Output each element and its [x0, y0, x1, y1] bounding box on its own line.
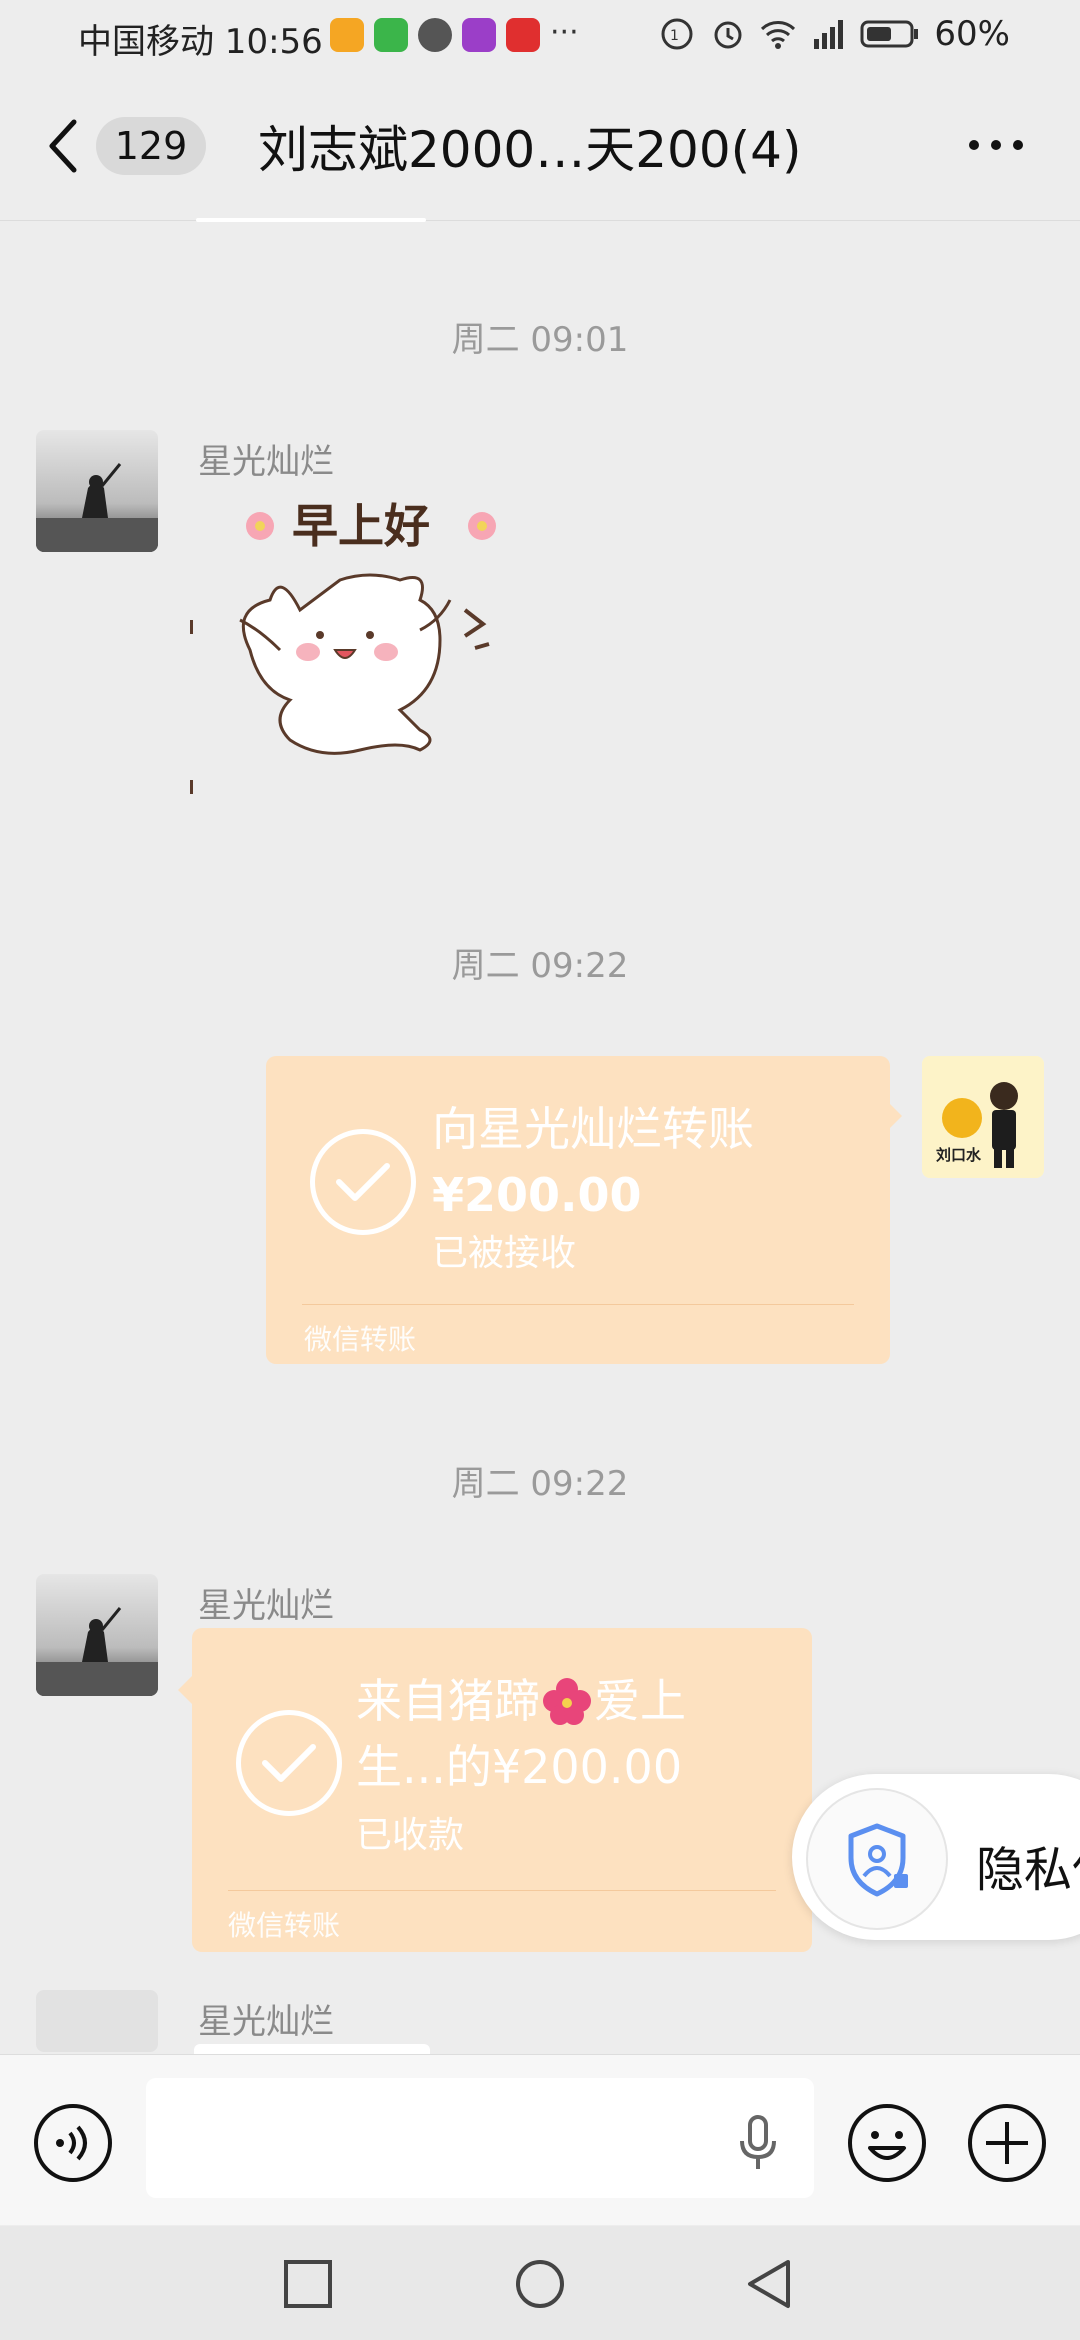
transfer-out-bubble[interactable]: 向星光灿烂转账 ¥200.00 已被接收 微信转账 [266, 1056, 890, 1364]
status-bar: 中国移动 10:56 ··· 1 60% [0, 0, 1080, 72]
more-icon[interactable] [966, 132, 1026, 158]
privacy-label: 隐私保 [976, 1842, 1080, 1898]
timestamp: 周二 09:01 [451, 320, 629, 360]
alarm-icon [714, 21, 742, 49]
timestamp: 周二 09:22 [451, 946, 629, 986]
partial-bubble [194, 2044, 430, 2054]
shield-user-icon [806, 1788, 948, 1930]
check-circle-icon [236, 1710, 342, 1816]
transfer-title-line2: 生...的¥200.00 [356, 1740, 683, 1794]
wifi-icon [761, 21, 796, 49]
avatar[interactable] [36, 430, 158, 552]
unread-count-badge[interactable]: 129 [96, 117, 206, 175]
self-avatar-text: 刘口水 [936, 1146, 982, 1164]
transfer-in-bubble[interactable]: 来自猪蹄 爱上 生...的¥200.00 已收款 微信转账 [192, 1628, 812, 1952]
transfer-title-end: 爱上 [594, 1674, 686, 1728]
mic-icon[interactable] [738, 2115, 778, 2171]
sender-name: 星光灿烂 [198, 1586, 334, 1626]
bubble-tail [178, 1676, 192, 1704]
transfer-divider [302, 1304, 854, 1305]
sender-name: 星光灿烂 [198, 442, 334, 482]
avatar-image [36, 1574, 158, 1696]
transfer-footer: 微信转账 [228, 1909, 341, 1942]
transfer-title-line1: 来自猪蹄 爱上 [356, 1668, 686, 1734]
avatar[interactable] [36, 1990, 158, 2052]
video-app-icon [374, 18, 408, 52]
shop-icon [506, 18, 540, 52]
status-right: 1 60% [660, 14, 1010, 54]
nav-back-icon[interactable] [744, 2258, 796, 2310]
transfer-title-start: 来自猪蹄 [356, 1674, 540, 1728]
weibo-icon [330, 18, 364, 52]
transfer-amount: ¥200.00 [432, 1168, 642, 1222]
scroll-indicator [196, 218, 426, 222]
hibiscus-emoji-icon [543, 1678, 591, 1725]
bubble-tail [888, 1102, 902, 1130]
self-avatar-image: 刘口水 [922, 1056, 1044, 1178]
sticker-text: 早上好 [292, 499, 430, 553]
transfer-footer: 微信转账 [304, 1323, 417, 1356]
message-input[interactable] [146, 2078, 814, 2198]
avatar-image [36, 1990, 158, 2052]
avatar-image [36, 430, 158, 552]
sticker-message[interactable]: 早上好 [190, 490, 560, 830]
chat-title: 刘志斌2000…天200(4) [258, 121, 802, 179]
carrier-time: 中国移动 10:56 [78, 22, 323, 62]
emoji-icon[interactable] [846, 2102, 928, 2184]
cat-sticker-image: 早上好 [190, 499, 496, 794]
home-icon[interactable] [514, 2258, 566, 2310]
self-avatar[interactable]: 刘口水 [922, 1056, 1044, 1178]
avatar[interactable] [36, 1574, 158, 1696]
plus-icon[interactable] [966, 2102, 1048, 2184]
signal-icon [814, 20, 844, 49]
more-notifications: ··· [550, 15, 579, 50]
check-circle-icon [310, 1129, 416, 1235]
sender-name: 星光灿烂 [198, 2002, 334, 2042]
battery-icon [860, 20, 919, 48]
transfer-status: 已被接收 [432, 1233, 577, 1274]
back-icon[interactable] [46, 118, 80, 174]
app-icon [418, 18, 452, 52]
transfer-title: 向星光灿烂转账 [432, 1102, 754, 1156]
notification-icons: ··· [330, 18, 579, 52]
recents-icon[interactable] [282, 2258, 334, 2310]
transfer-divider [228, 1890, 776, 1891]
hd-icon: 1 [661, 18, 693, 50]
bank-icon [462, 18, 496, 52]
voice-icon[interactable] [32, 2102, 114, 2184]
transfer-status: 已收款 [356, 1815, 465, 1856]
svg-text:1: 1 [670, 28, 679, 44]
battery-percent: 60% [934, 14, 1010, 54]
timestamp: 周二 09:22 [451, 1464, 629, 1504]
privacy-popup[interactable]: 隐私保 [792, 1774, 1080, 1940]
